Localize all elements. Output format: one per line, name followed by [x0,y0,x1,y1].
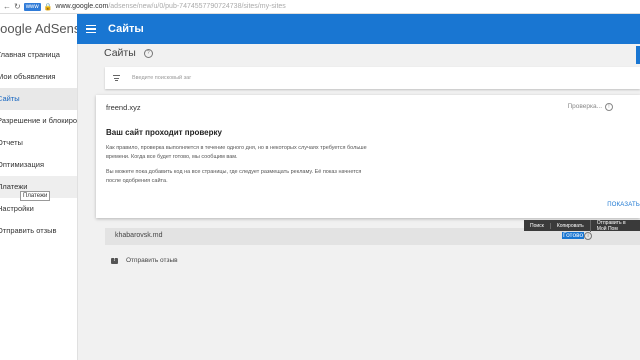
browser-address-bar[interactable]: ← ↻ www 🔒 www.google.com/adsense/new/u/0… [0,0,640,14]
text-selection-popup: Поиск Копировать Отправить в Мой Пом [524,219,640,232]
site-name: khabarovsk.md [115,232,163,239]
top-app-bar: Сайты [77,14,640,44]
review-paragraph-2: Вы можете пока добавить код на все стран… [106,169,362,184]
sidebar-item-settings[interactable]: Настройки [0,198,77,220]
sidebar: Google AdSense Главная страница Мои объя… [0,14,78,360]
url-path: /adsense/new/u/0/pub-7474557790724738/si… [108,3,286,10]
sidebar-item-allow-block[interactable]: Разрешение и блокирова... [0,110,77,132]
sidebar-item-optimization[interactable]: Оптимизация [0,154,77,176]
back-arrow-icon[interactable]: ← [3,2,11,11]
refresh-icon[interactable]: ↻ [14,2,21,11]
send-feedback-link[interactable]: Отправить отзыв [111,257,178,264]
sidebar-nav: Главная страница Мои объявления Сайты Ра… [0,44,77,242]
site-badge: www [23,2,41,11]
app-bar-title: Сайты [108,23,144,35]
payments-tooltip: Платежи [20,191,51,201]
search-input[interactable]: Введите поисковый заг [132,75,191,81]
search-bar[interactable]: Введите поисковый заг [105,67,640,89]
popup-send[interactable]: Отправить в Мой Пом [589,219,640,232]
popup-search[interactable]: Поиск [524,223,550,229]
url-domain: www.google.com [55,3,109,10]
add-site-button-edge[interactable] [636,46,640,64]
show-code-button[interactable]: ПОКАЗАТЬ [607,202,640,208]
site-status: Проверка... [567,103,602,110]
site-name: freend.xyz [106,103,141,112]
site-status-selected: Готово [562,232,585,239]
sidebar-item-sites[interactable]: Сайты [0,88,77,110]
review-paragraph-1: Как правило, проверка выполняется в тече… [106,145,367,160]
sidebar-item-home[interactable]: Главная страница [0,44,77,66]
adsense-logo[interactable]: Google AdSense [0,14,77,44]
filter-icon[interactable] [113,74,120,83]
page-title-text: Сайты [104,47,136,59]
status-info-icon[interactable]: ! [605,103,613,111]
sidebar-item-reports[interactable]: Отчеты [0,132,77,154]
feedback-icon [111,257,118,264]
status-info-icon[interactable]: i [584,232,592,240]
popup-copy[interactable]: Копировать [549,222,590,229]
sidebar-item-feedback[interactable]: Отправить отзыв [0,220,77,242]
hamburger-menu-icon[interactable] [86,23,96,36]
page-title: Сайты ? [104,47,153,59]
review-heading: Ваш сайт проходит проверку [106,128,222,137]
help-icon[interactable]: ? [143,48,153,58]
site-card: freend.xyz Проверка... ! Ваш сайт проход… [96,95,640,218]
sidebar-item-my-ads[interactable]: Мои объявления [0,66,77,88]
feedback-label: Отправить отзыв [126,257,178,264]
lock-icon: 🔒 [43,3,53,11]
